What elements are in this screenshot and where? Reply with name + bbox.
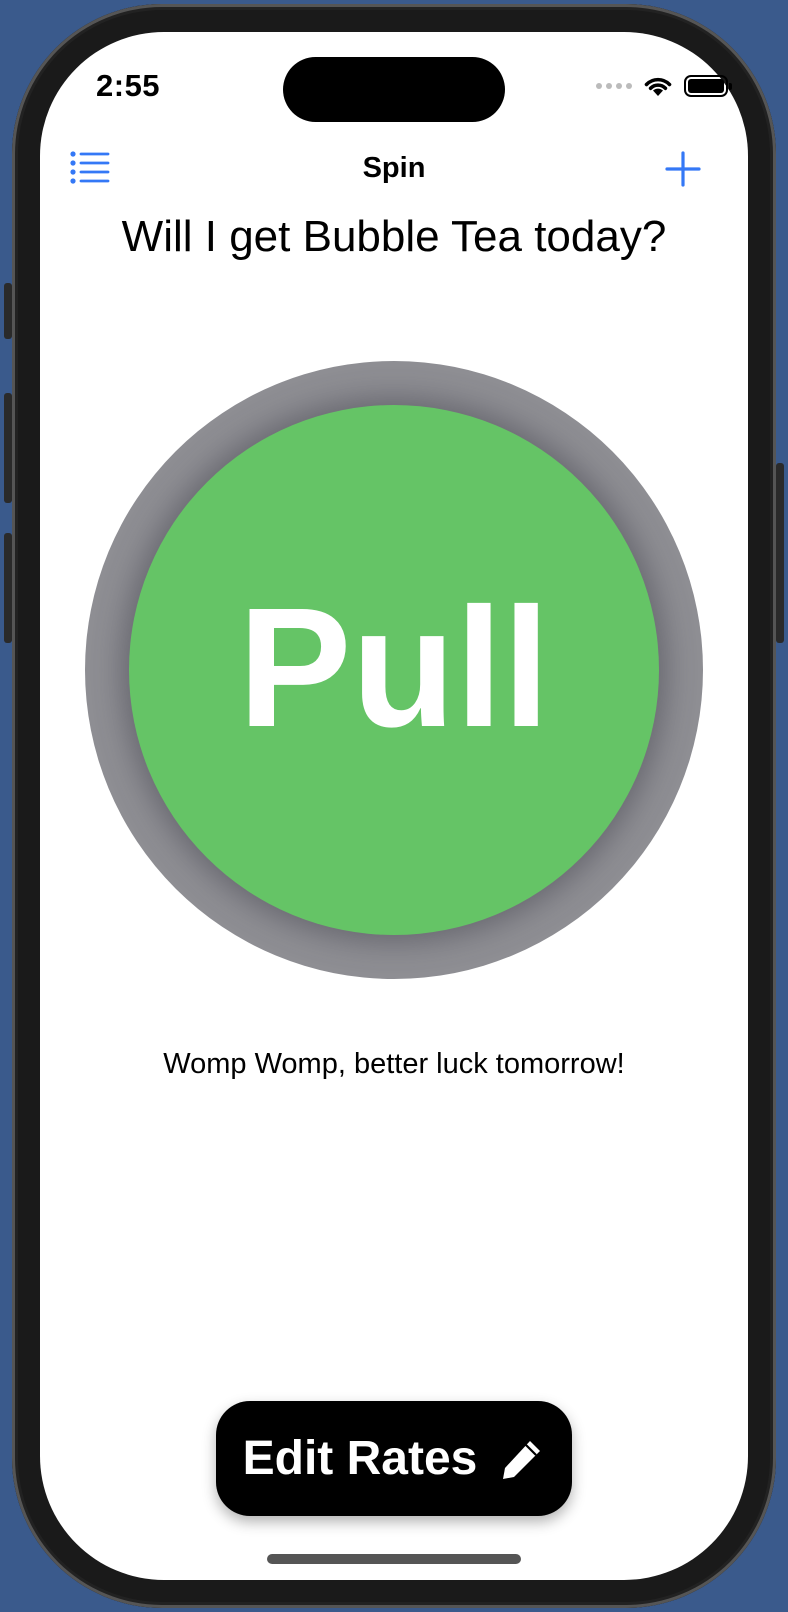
status-time: 2:55: [96, 68, 161, 103]
question-heading: Will I get Bubble Tea today?: [121, 212, 667, 261]
action-side-button: [4, 283, 12, 339]
battery-icon: [684, 75, 732, 97]
pull-button[interactable]: Pull: [129, 405, 659, 935]
edit-rates-button[interactable]: Edit Rates: [216, 1401, 572, 1516]
pull-label: Pull: [238, 573, 550, 763]
dynamic-island: [283, 57, 505, 122]
status-icons: [596, 74, 732, 98]
volume-down-side-button: [4, 533, 12, 643]
pencil-icon: [503, 1440, 541, 1479]
edit-rates-label: Edit Rates: [242, 1432, 478, 1485]
wifi-icon: [644, 77, 672, 96]
plus-icon: [665, 151, 701, 187]
home-indicator[interactable]: [267, 1554, 521, 1564]
result-message: Womp Womp, better luck tomorrow!: [163, 1048, 625, 1080]
power-side-button: [776, 463, 784, 643]
signal-dots-icon: [596, 83, 632, 89]
volume-up-side-button: [4, 393, 12, 503]
add-button[interactable]: [664, 150, 702, 188]
